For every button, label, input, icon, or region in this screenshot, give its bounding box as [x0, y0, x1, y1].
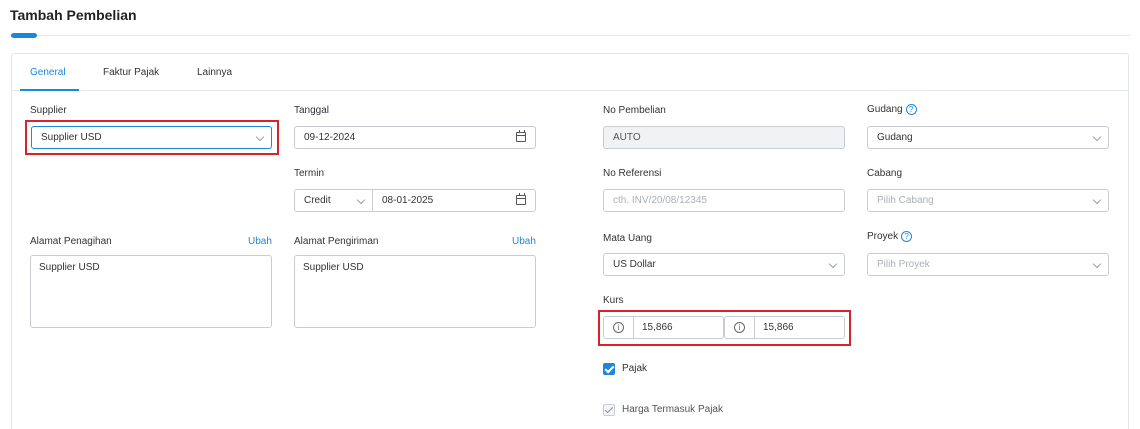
no-pembelian-input: AUTO: [603, 126, 845, 149]
chevron-down-icon: [828, 259, 838, 269]
no-referensi-placeholder: cth. INV/20/08/12345: [613, 195, 707, 206]
help-icon[interactable]: ?: [905, 104, 917, 115]
gudang-label: Gudang?: [867, 104, 917, 115]
chevron-down-icon: [255, 132, 265, 142]
chevron-down-icon: [1092, 195, 1102, 205]
termin-label: Termin: [294, 168, 325, 179]
termin-type-value: Credit: [304, 195, 331, 206]
kurs-label: Kurs: [603, 295, 624, 306]
kurs-input-2[interactable]: i 15,866: [724, 316, 845, 339]
page-title: Tambah Pembelian: [10, 7, 137, 23]
alamat-penagihan-value: Supplier USD: [39, 262, 100, 273]
cabang-select[interactable]: Pilih Cabang: [867, 189, 1109, 212]
gudang-value: Gudang: [877, 132, 913, 143]
calendar-icon[interactable]: [516, 193, 526, 205]
termin-date-input[interactable]: 08-01-2025: [372, 189, 536, 212]
mata-uang-label: Mata Uang: [603, 233, 652, 244]
gudang-select[interactable]: Gudang: [867, 126, 1109, 149]
tab-bar: General Faktur Pajak Lainnya: [12, 54, 1128, 91]
proyek-label-text: Proyek: [867, 231, 899, 243]
alamat-pengiriman-value: Supplier USD: [303, 262, 364, 273]
tab-active-indicator: [20, 89, 79, 91]
tanggal-input[interactable]: 09-12-2024: [294, 126, 536, 149]
supplier-select[interactable]: Supplier USD: [31, 126, 272, 149]
alamat-pengiriman-textarea[interactable]: Supplier USD: [294, 255, 536, 328]
help-icon[interactable]: ?: [901, 231, 913, 242]
chevron-down-icon: [356, 195, 366, 205]
kurs-value-2: 15,866: [763, 322, 794, 333]
alamat-pengiriman-label: Alamat Pengiriman: [294, 236, 379, 247]
alamat-penagihan-label: Alamat Penagihan: [30, 236, 112, 247]
tab-lainnya[interactable]: Lainnya: [197, 67, 232, 78]
supplier-value: Supplier USD: [41, 132, 102, 143]
calendar-icon[interactable]: [516, 130, 526, 142]
tab-faktur-pajak[interactable]: Faktur Pajak: [103, 67, 159, 78]
cabang-label: Cabang: [867, 168, 903, 179]
tanggal-label: Tanggal: [294, 105, 330, 116]
title-accent-bar: [11, 33, 37, 38]
termin-date-value: 08-01-2025: [382, 195, 434, 206]
proyek-placeholder: Pilih Proyek: [877, 259, 930, 270]
mata-uang-value: US Dollar: [613, 259, 656, 270]
kurs-input-1[interactable]: i 15,866: [603, 316, 724, 339]
chevron-down-icon: [1092, 259, 1102, 269]
termin-type-select[interactable]: Credit: [294, 189, 373, 212]
proyek-label: Proyek?: [867, 231, 913, 243]
no-referensi-input[interactable]: cth. INV/20/08/12345: [603, 189, 845, 212]
tanggal-value: 09-12-2024: [304, 132, 356, 143]
chevron-down-icon: [1092, 132, 1102, 142]
info-icon: i: [613, 322, 624, 333]
kurs-value-1: 15,866: [642, 322, 673, 333]
mata-uang-select[interactable]: US Dollar: [603, 253, 845, 276]
supplier-label: Supplier: [30, 105, 67, 116]
harga-termasuk-pajak-label: Harga Termasuk Pajak: [622, 404, 723, 415]
form-card: General Faktur Pajak Lainnya Supplier Su…: [11, 53, 1129, 429]
alamat-pengiriman-ubah-link[interactable]: Ubah: [512, 236, 536, 247]
no-referensi-label: No Referensi: [603, 168, 662, 179]
pajak-checkbox[interactable]: [603, 363, 615, 375]
gudang-label-text: Gudang: [867, 104, 903, 116]
kurs-divider: [754, 317, 755, 338]
alamat-penagihan-textarea[interactable]: Supplier USD: [30, 255, 272, 328]
kurs-divider: [633, 317, 634, 338]
no-pembelian-label: No Pembelian: [603, 105, 666, 116]
info-icon: i: [734, 322, 745, 333]
title-underline: [10, 35, 1130, 36]
pajak-label: Pajak: [622, 363, 648, 374]
proyek-select[interactable]: Pilih Proyek: [867, 253, 1109, 276]
tab-general[interactable]: General: [30, 67, 66, 78]
alamat-penagihan-ubah-link[interactable]: Ubah: [248, 236, 272, 247]
harga-termasuk-pajak-checkbox: [603, 404, 615, 416]
no-pembelian-value: AUTO: [613, 132, 641, 143]
cabang-placeholder: Pilih Cabang: [877, 195, 934, 206]
